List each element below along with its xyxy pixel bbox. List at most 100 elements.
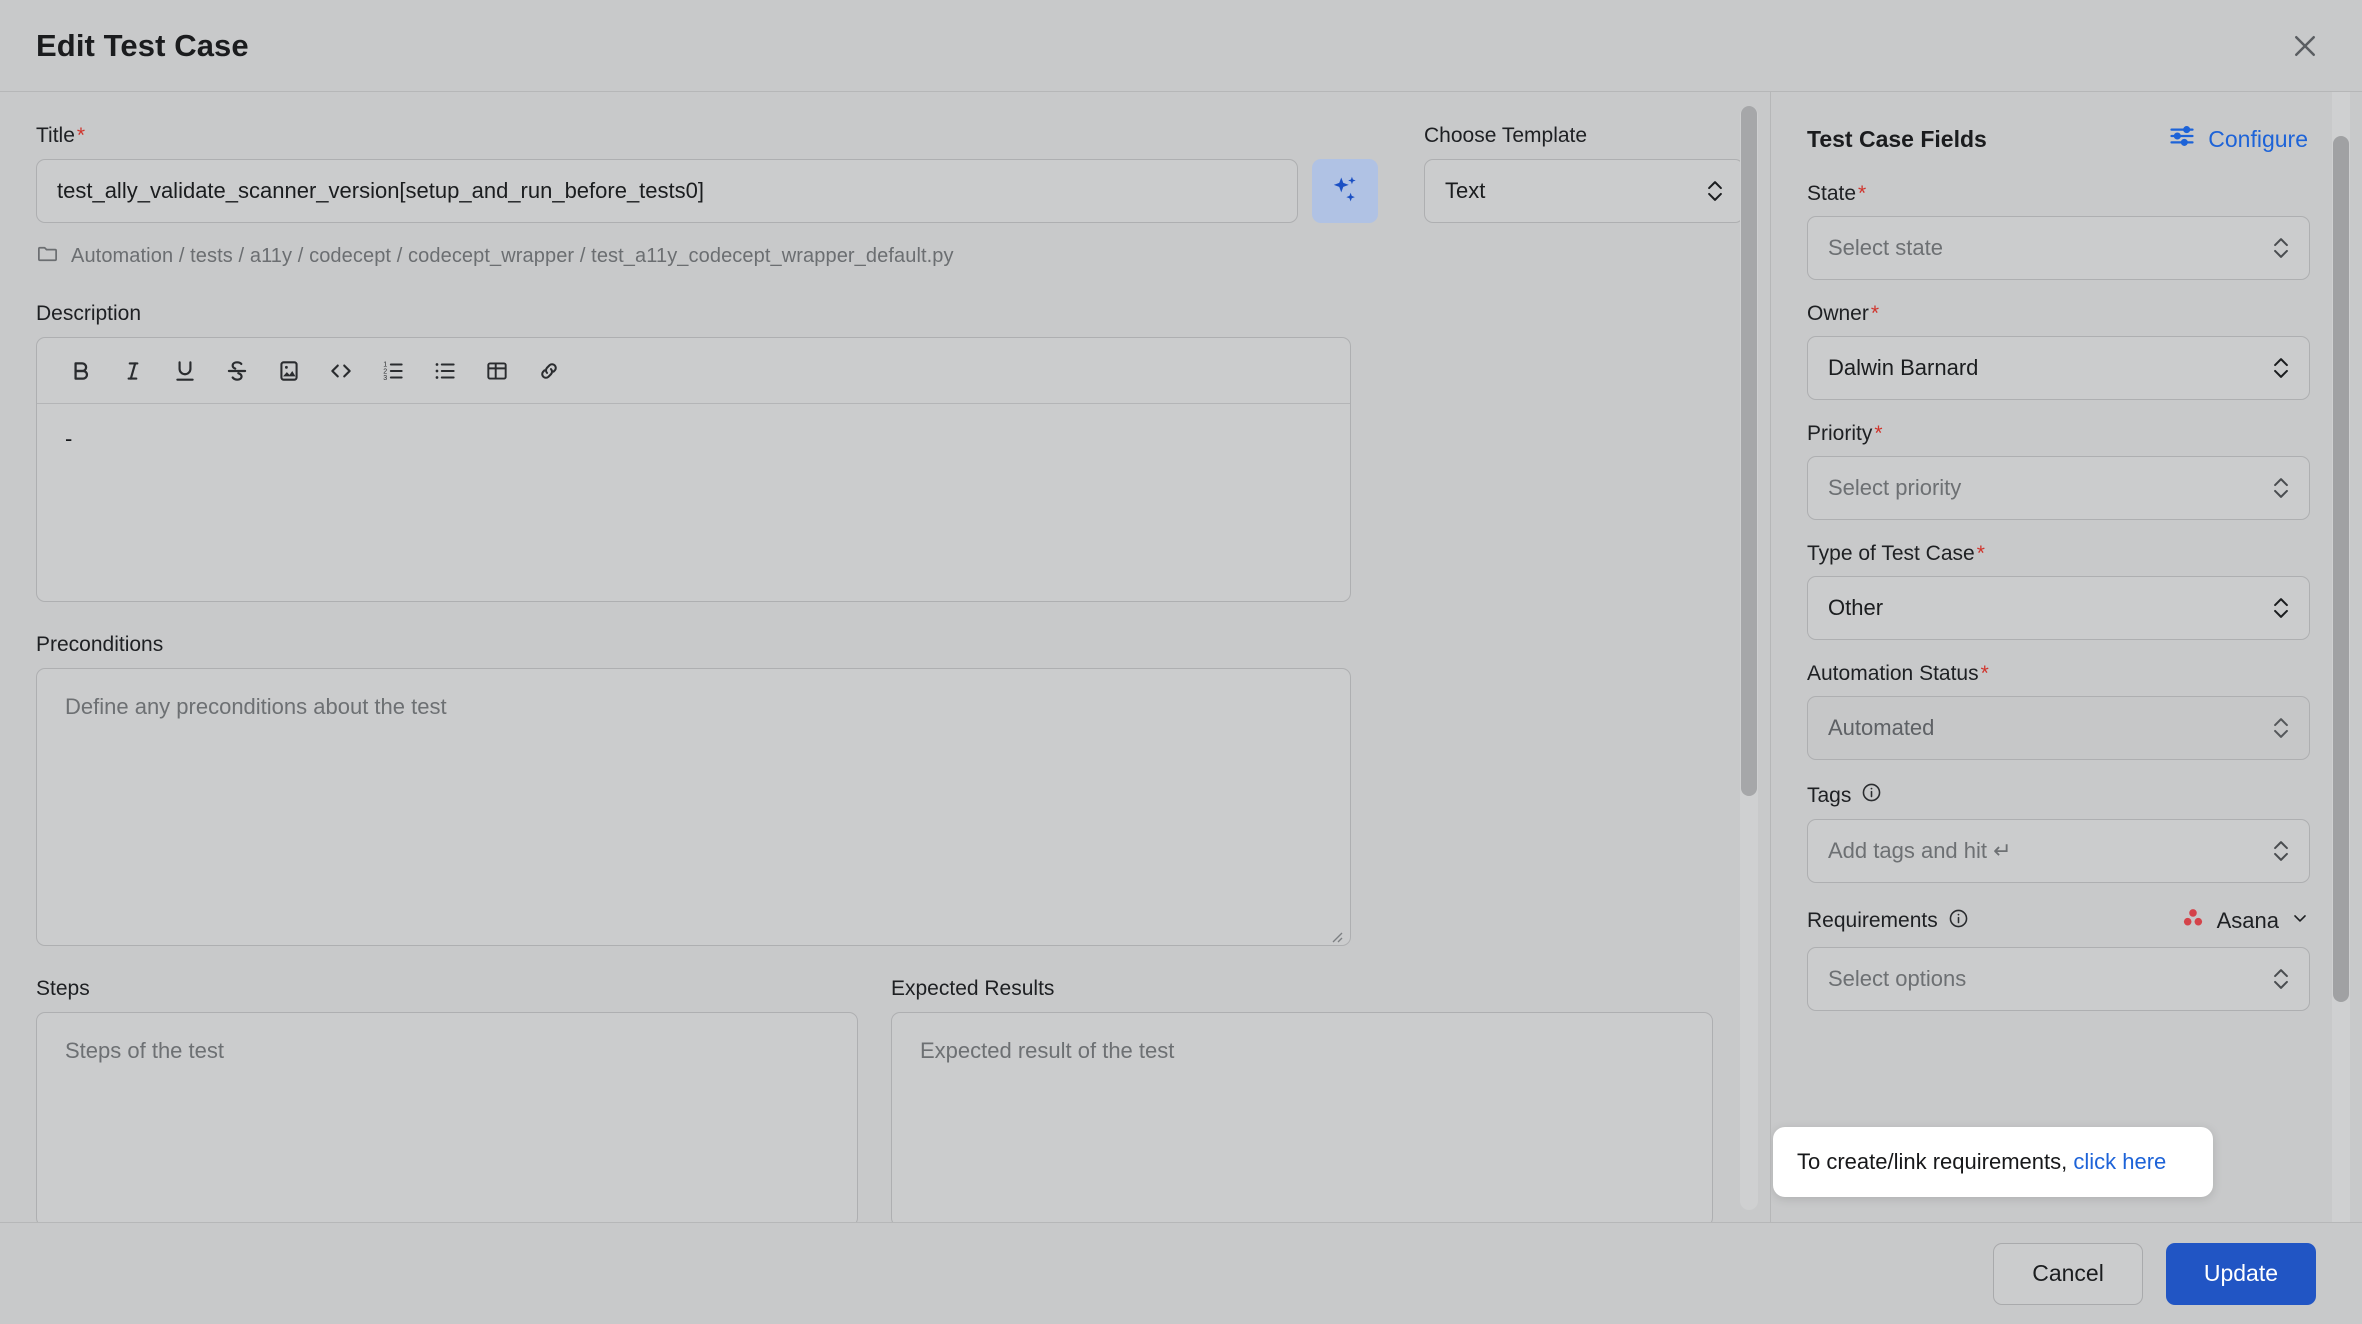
chevron-updown-icon [2271, 715, 2291, 741]
state-required-star: * [1858, 182, 1866, 205]
state-select-value: Select state [1828, 235, 1943, 261]
strikethrough-icon[interactable] [211, 345, 263, 397]
link-icon[interactable] [523, 345, 575, 397]
tooltip-link[interactable]: click here [2073, 1149, 2166, 1174]
dialog-title: Edit Test Case [36, 28, 249, 64]
requirements-tooltip: To create/link requirements, click here [1773, 1127, 2213, 1197]
preconditions-textarea[interactable]: Define any preconditions about the test [36, 668, 1351, 946]
dialog-body: Title* test_ally_validate_scanner_versio… [0, 92, 2362, 1222]
priority-label-text: Priority [1807, 422, 1872, 445]
side-panel-title: Test Case Fields [1807, 126, 1987, 153]
type-select[interactable]: Other [1807, 576, 2310, 640]
chevron-updown-icon [1705, 178, 1725, 204]
requirements-provider-selector[interactable]: Asana [2180, 905, 2310, 937]
field-type-of-test-case: Type of Test Case* Other [1807, 542, 2310, 640]
tags-placeholder: Add tags and hit ↵ [1828, 838, 2012, 864]
sparkles-icon [1329, 174, 1361, 209]
test-case-fields-panel: Test Case Fields Configure State* [1770, 92, 2362, 1222]
bullet-list-icon[interactable] [419, 345, 471, 397]
configure-button[interactable]: Configure [2168, 122, 2308, 156]
type-select-value: Other [1828, 595, 1883, 621]
template-select[interactable]: Text [1424, 159, 1744, 223]
breadcrumb: Automation / tests / a11y / codecept / c… [36, 242, 1724, 271]
configure-label: Configure [2208, 126, 2308, 153]
editor-toolbar: 1 2 3 [37, 338, 1350, 404]
expected-results-block: Expected Results Expected result of the … [891, 977, 1713, 1222]
description-block: Description [36, 302, 1724, 602]
automation-status-select[interactable]: Automated [1807, 696, 2310, 760]
owner-select-value: Dalwin Barnard [1828, 355, 1978, 381]
priority-select[interactable]: Select priority [1807, 456, 2310, 520]
steps-label: Steps [36, 977, 858, 1001]
chevron-updown-icon [2271, 475, 2291, 501]
steps-block: Steps Steps of the test [36, 977, 858, 1222]
field-automation-status: Automation Status* Automated [1807, 662, 2310, 760]
table-icon[interactable] [471, 345, 523, 397]
edit-test-case-dialog: Edit Test Case Title* test_ally_validate… [0, 0, 2362, 1324]
field-priority: Priority* Select priority [1807, 422, 2310, 520]
svg-text:3: 3 [383, 375, 387, 382]
requirements-label-row: Requirements [1807, 905, 2310, 937]
owner-select[interactable]: Dalwin Barnard [1807, 336, 2310, 400]
resize-handle-icon[interactable] [1328, 924, 1344, 940]
state-select[interactable]: Select state [1807, 216, 2310, 280]
description-editor: 1 2 3 [36, 337, 1351, 602]
tags-label-text: Tags [1807, 784, 1851, 808]
tags-input[interactable]: Add tags and hit ↵ [1807, 819, 2310, 883]
type-label: Type of Test Case* [1807, 542, 2310, 566]
chevron-updown-icon [2271, 595, 2291, 621]
image-icon[interactable] [263, 345, 315, 397]
breadcrumb-path: Automation / tests / a11y / codecept / c… [71, 245, 954, 268]
title-required-star: * [77, 124, 85, 147]
bold-icon[interactable] [55, 345, 107, 397]
requirements-select-value: Select options [1828, 966, 1966, 992]
underline-icon[interactable] [159, 345, 211, 397]
info-icon[interactable] [1861, 782, 1882, 809]
preconditions-label: Preconditions [36, 633, 1724, 657]
owner-required-star: * [1871, 302, 1879, 325]
requirements-label-text: Requirements [1807, 909, 1938, 933]
field-owner: Owner* Dalwin Barnard [1807, 302, 2310, 400]
automation-status-required-star: * [1981, 662, 1989, 685]
owner-label-text: Owner [1807, 302, 1869, 325]
asana-icon [2180, 905, 2206, 937]
description-input[interactable]: - [37, 404, 1350, 601]
sliders-icon [2168, 122, 2196, 156]
priority-select-value: Select priority [1828, 475, 1961, 501]
main-scrollbar-thumb[interactable] [1741, 106, 1757, 796]
chevron-updown-icon [2271, 838, 2291, 864]
steps-textarea[interactable]: Steps of the test [36, 1012, 858, 1222]
italic-icon[interactable] [107, 345, 159, 397]
steps-expected-row: Steps Steps of the test Expected Results… [36, 977, 1724, 1222]
template-select-value: Text [1445, 178, 1485, 204]
dialog-footer: Cancel Update [0, 1222, 2362, 1324]
chevron-down-icon [2290, 908, 2310, 934]
requirements-provider-label: Asana [2217, 908, 2279, 934]
side-panel-header: Test Case Fields Configure [1807, 122, 2310, 156]
automation-status-label-text: Automation Status [1807, 662, 1979, 685]
ai-generate-button[interactable] [1312, 159, 1378, 223]
tooltip-text: To create/link requirements, [1797, 1149, 2073, 1174]
main-form-column: Title* test_ally_validate_scanner_versio… [0, 92, 1770, 1222]
dialog-scrollbar-thumb[interactable] [2333, 136, 2349, 1002]
title-field-group: Title* test_ally_validate_scanner_versio… [36, 124, 1298, 223]
ordered-list-icon[interactable]: 1 2 3 [367, 345, 419, 397]
requirements-select[interactable]: Select options [1807, 947, 2310, 1011]
preconditions-block: Preconditions Define any preconditions a… [36, 633, 1724, 946]
cancel-button[interactable]: Cancel [1993, 1243, 2143, 1305]
update-button[interactable]: Update [2166, 1243, 2316, 1305]
code-icon[interactable] [315, 345, 367, 397]
title-input-value: test_ally_validate_scanner_version[setup… [57, 178, 704, 204]
expected-results-label: Expected Results [891, 977, 1713, 1001]
chevron-updown-icon [2271, 966, 2291, 992]
priority-label: Priority* [1807, 422, 2310, 446]
state-label-text: State [1807, 182, 1856, 205]
close-icon[interactable] [2282, 23, 2328, 69]
automation-status-value: Automated [1828, 715, 1934, 741]
chevron-updown-icon [2271, 235, 2291, 261]
dialog-header: Edit Test Case [0, 0, 2362, 92]
expected-results-textarea[interactable]: Expected result of the test [891, 1012, 1713, 1222]
info-icon[interactable] [1948, 908, 1969, 935]
title-input[interactable]: test_ally_validate_scanner_version[setup… [36, 159, 1298, 223]
title-label-text: Title [36, 124, 75, 147]
